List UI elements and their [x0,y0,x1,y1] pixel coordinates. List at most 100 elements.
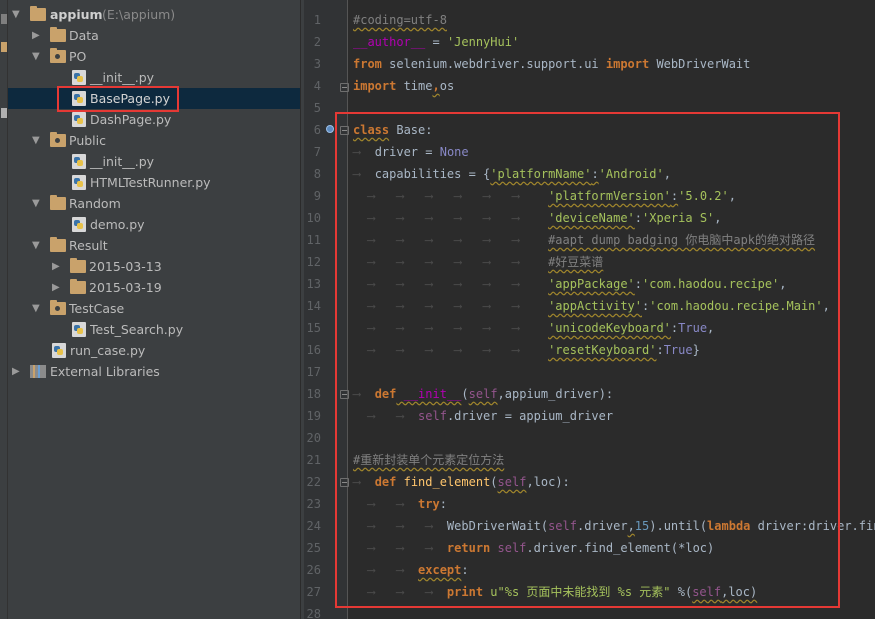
tree-item-label: Public [69,133,106,148]
code-line-22: ⟶ def find_element(self,loc): [353,475,570,489]
project-tree: ▼ appium (E:\appium) ▶ Data ▼ PO __init_… [8,0,300,619]
code-line-2: __author__ = 'JennyHui' [353,35,520,49]
tree-item-2015-03-13[interactable]: ▶ 2015-03-13 [8,256,300,277]
line-number: 9 [313,189,321,203]
tree-item-label: 2015-03-13 [89,259,162,274]
fold-marker-icon[interactable] [340,478,349,487]
line-number: 27 [306,585,321,599]
project-tool-icon[interactable] [1,14,7,24]
code-line-9: ⟶ ⟶ ⟶ ⟶ ⟶ ⟶ 'platformVersion':'5.0.2', [353,189,736,203]
tree-item-label: __init__.py [90,154,155,169]
code-line-19: ⟶ ⟶ self.driver = appium_driver [353,409,614,423]
package-icon [50,300,66,315]
folder-icon [70,279,86,294]
tree-item-data[interactable]: ▶ Data [8,25,300,46]
python-file-icon [72,70,86,85]
tree-item-demo[interactable]: demo.py [8,214,300,235]
collapsed-arrow-icon[interactable]: ▶ [32,25,42,46]
root-name: appium [50,7,103,22]
tree-item-run-case[interactable]: run_case.py [8,340,300,361]
tree-item-dashpage[interactable]: DashPage.py [8,109,300,130]
python-file-icon [52,343,66,358]
tree-item-external-libraries[interactable]: ▶ External Libraries [8,361,300,382]
fold-marker-icon[interactable] [340,390,349,399]
code-line-15: ⟶ ⟶ ⟶ ⟶ ⟶ ⟶ 'unicodeKeyboard':True, [353,321,715,335]
code-line-26: ⟶ ⟶ except: [353,563,469,577]
line-number: 1 [313,13,321,27]
tree-item-testcase[interactable]: ▼ TestCase [8,298,300,319]
line-number: 25 [306,541,321,555]
tree-item-label: HTMLTestRunner.py [90,175,211,190]
code-line-13: ⟶ ⟶ ⟶ ⟶ ⟶ ⟶ 'appPackage':'com.haodou.rec… [353,277,787,291]
line-number: 12 [306,255,321,269]
expand-arrow-icon[interactable]: ▼ [12,4,22,25]
line-number: 26 [306,563,321,577]
code-line-11: ⟶ ⟶ ⟶ ⟶ ⟶ ⟶ #aapt dump badging 你电脑中apk的绝… [353,233,816,247]
structure-tool-icon[interactable] [1,42,7,52]
collapsed-arrow-icon[interactable]: ▶ [12,361,22,382]
tree-item-po-init[interactable]: __init__.py [8,67,300,88]
favorites-tool-icon[interactable] [1,108,7,118]
expand-arrow-icon[interactable]: ▼ [32,235,42,256]
fold-marker-icon[interactable] [340,83,349,92]
line-number: 23 [306,497,321,511]
folder-icon [50,237,66,252]
code-line-21: #重新封装单个元素定位方法 [353,453,505,467]
line-number: 11 [306,233,321,247]
code-line-6: class Base: [353,123,433,137]
expand-arrow-icon[interactable]: ▼ [32,193,42,214]
code-line-3: from selenium.webdriver.support.ui impor… [353,57,751,71]
tree-item-label: Test_Search.py [90,322,184,337]
line-number: 20 [306,431,321,445]
class-marker-icon[interactable] [326,125,334,133]
line-number: 17 [306,365,321,379]
line-number: 10 [306,211,321,225]
tree-item-htmltestrunner[interactable]: HTMLTestRunner.py [8,172,300,193]
line-number: 16 [306,343,321,357]
tree-item-public[interactable]: ▼ Public [8,130,300,151]
tree-item-label: Result [69,238,108,253]
code-line-8: ⟶ capabilities = {'platformName':'Androi… [353,167,671,181]
python-file-icon [72,322,86,337]
tree-item-label: 2015-03-19 [89,280,162,295]
expand-arrow-icon[interactable]: ▼ [32,298,42,319]
tree-item-random[interactable]: ▼ Random [8,193,300,214]
tree-item-test-search[interactable]: Test_Search.py [8,319,300,340]
code-editor[interactable]: #coding=utf-8 __author__ = 'JennyHui' fr… [349,0,875,619]
line-number: 6 [313,123,321,137]
line-number: 22 [306,475,321,489]
code-line-4: import time,os [353,79,455,93]
tree-item-po[interactable]: ▼ PO [8,46,300,67]
line-number: 18 [306,387,321,401]
fold-marker-icon[interactable] [340,126,349,135]
code-line-24: ⟶ ⟶ ⟶ WebDriverWait(self.driver,15).unti… [353,519,875,533]
code-line-16: ⟶ ⟶ ⟶ ⟶ ⟶ ⟶ 'resetKeyboard':True} [353,343,700,357]
line-number: 5 [313,101,321,115]
code-line-12: ⟶ ⟶ ⟶ ⟶ ⟶ ⟶ #好豆菜谱 [353,255,604,269]
code-line-27: ⟶ ⟶ ⟶ print u"%s 页面中未能找到 %s 元素" %(self,l… [353,585,758,599]
code-line-25: ⟶ ⟶ ⟶ return self.driver.find_element(*l… [353,541,715,555]
folder-icon [30,6,46,21]
tree-item-label: DashPage.py [90,112,172,127]
tree-item-public-init[interactable]: __init__.py [8,151,300,172]
tool-window-strip [0,0,8,619]
tree-item-label: run_case.py [70,343,146,358]
expand-arrow-icon[interactable]: ▼ [32,46,42,67]
collapsed-arrow-icon[interactable]: ▶ [52,256,62,277]
expand-arrow-icon[interactable]: ▼ [32,130,42,151]
python-file-icon [72,217,86,232]
line-number: 3 [313,57,321,71]
code-line-1: #coding=utf-8 [353,13,447,27]
folder-icon [70,258,86,273]
tree-item-2015-03-19[interactable]: ▶ 2015-03-19 [8,277,300,298]
line-number: 21 [306,453,321,467]
line-number: 19 [306,409,321,423]
tree-item-result[interactable]: ▼ Result [8,235,300,256]
tree-root-appium[interactable]: ▼ appium (E:\appium) [8,4,300,25]
root-path: (E:\appium) [102,7,176,22]
code-line-18: ⟶ def __init__(self,appium_driver): [353,387,614,401]
tree-item-label: External Libraries [50,364,160,379]
tree-item-basepage[interactable]: BasePage.py [8,88,300,109]
package-icon [50,48,66,63]
collapsed-arrow-icon[interactable]: ▶ [52,277,62,298]
